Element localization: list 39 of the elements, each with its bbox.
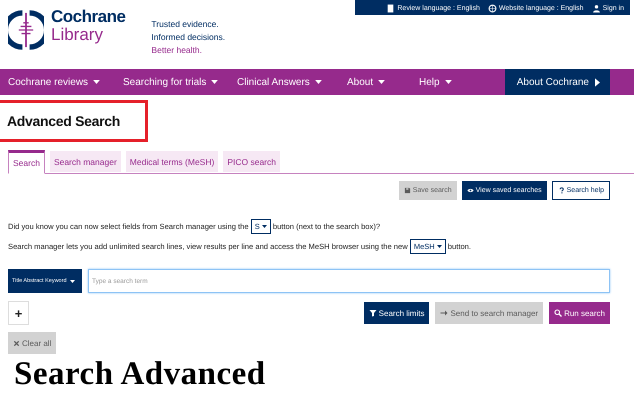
nav-menu-item[interactable]: About [339, 69, 411, 95]
tagline-text: Trusted evidence. [151, 18, 220, 31]
nav-menu-item[interactable]: Help [411, 69, 452, 95]
question-mark-icon [558, 187, 565, 194]
tagline-text: Better health. [151, 44, 203, 57]
globe-icon [488, 4, 497, 13]
document-icon [386, 4, 396, 13]
tab[interactable]: Search manager [50, 151, 121, 172]
caret-icon [93, 80, 100, 84]
nav-feature-link[interactable]: About Cochrane [504, 69, 610, 95]
caret-icon [70, 280, 75, 282]
search-icon [554, 309, 562, 317]
close-icon [13, 340, 20, 346]
caption-text: Search Advanced [14, 358, 267, 391]
eye-icon [466, 187, 474, 194]
logo-text[interactable]: Library [51, 26, 126, 43]
tab[interactable]: Search [8, 150, 45, 174]
logo-icon [8, 8, 44, 52]
action-button[interactable]: Search limits [364, 302, 430, 324]
person-icon [592, 4, 601, 13]
caret-icon [262, 225, 267, 228]
caret-icon [314, 80, 322, 84]
caret-icon [378, 80, 386, 84]
nav-menu-item[interactable]: Cochrane reviews [0, 69, 115, 95]
caret-icon [211, 80, 218, 84]
arrow-right-icon [440, 309, 448, 317]
logo-text[interactable]: Cochrane [51, 8, 126, 25]
action-button[interactable]: Run search [549, 302, 610, 324]
funnel-icon [368, 309, 377, 317]
add-line-button[interactable]: + [8, 301, 29, 325]
nav-menu-item[interactable]: Clinical Answers [229, 69, 339, 95]
caret-icon [444, 80, 452, 84]
tab[interactable]: Medical terms (MeSH) [126, 151, 218, 172]
page-title: Advanced Search [7, 113, 120, 129]
tab[interactable]: PICO search [223, 151, 280, 172]
tagline-text: Informed decisions. [151, 31, 226, 44]
caret-icon [595, 78, 600, 86]
caret-icon [436, 245, 442, 248]
nav-menu-item[interactable]: Searching for trials [115, 69, 229, 95]
